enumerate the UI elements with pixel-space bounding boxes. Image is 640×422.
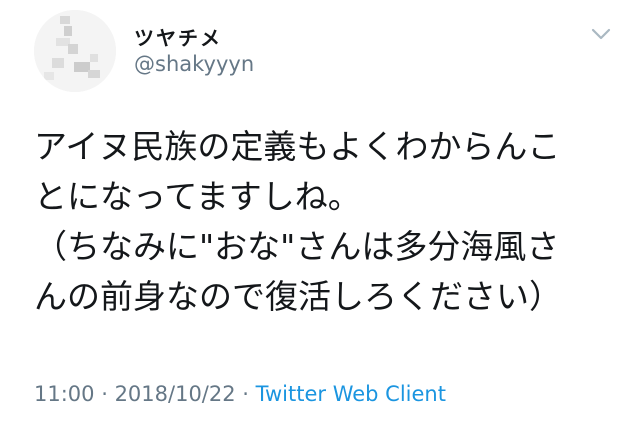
tweet-card: ツヤチメ @shakyyyn アイヌ民族の定義もよくわからんこ とになってますし… <box>0 0 640 422</box>
avatar[interactable] <box>34 10 116 92</box>
tweet-text-line: んの前身なので復活しろください） <box>34 277 562 316</box>
chevron-down-icon[interactable] <box>590 26 612 42</box>
tweet-text-line: （ちなみに"おな"さんは多分海風さ <box>34 227 560 266</box>
tweet-time[interactable]: 11:00 <box>34 382 95 406</box>
tweet-text: アイヌ民族の定義もよくわからんこ とになってますしね。 （ちなみに"おな"さんは… <box>34 122 626 322</box>
avatar-image <box>34 10 116 92</box>
display-name[interactable]: ツヤチメ <box>134 22 222 51</box>
tweet-metadata: 11:00 · 2018/10/22 · Twitter Web Client <box>34 382 446 406</box>
meta-separator: · <box>94 382 115 406</box>
tweet-source-link[interactable]: Twitter Web Client <box>256 382 446 406</box>
meta-separator: · <box>235 382 256 406</box>
user-handle[interactable]: @shakyyyn <box>134 52 254 76</box>
tweet-text-line: アイヌ民族の定義もよくわからんこ <box>34 127 561 166</box>
tweet-date[interactable]: 2018/10/22 <box>115 382 236 406</box>
tweet-text-line: とになってますしね。 <box>34 177 361 216</box>
